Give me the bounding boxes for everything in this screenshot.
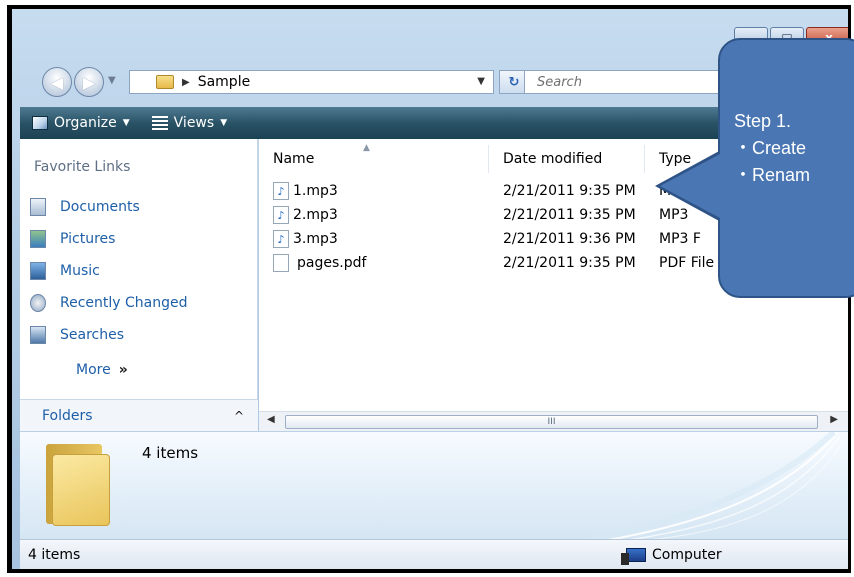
- chevron-right-icon: »: [118, 362, 128, 378]
- favorite-link-label: Music: [60, 263, 100, 279]
- more-links-button[interactable]: More »: [76, 362, 128, 378]
- file-date: 2/21/2011 9:36 PM: [503, 231, 636, 247]
- file-name: 3.mp3: [293, 231, 338, 247]
- favorite-link-label: Documents: [60, 199, 140, 215]
- column-date-label: Date modified: [503, 151, 603, 167]
- forward-arrow-icon: ▶: [82, 72, 96, 92]
- decorative-swoosh: [588, 432, 844, 539]
- address-bar[interactable]: ▶ Sample ▼: [129, 70, 494, 94]
- favorite-links-list: Documents Pictures Music Recently Change…: [30, 191, 188, 351]
- details-item-count: 4 items: [142, 444, 199, 462]
- pictures-icon: [30, 230, 46, 248]
- file-date: 2/21/2011 9:35 PM: [503, 183, 636, 199]
- file-name-cell: ♪ 1.mp3: [259, 182, 489, 200]
- column-header-date-modified[interactable]: Date modified: [489, 145, 645, 173]
- status-location: Computer: [621, 546, 722, 565]
- favorite-link-label: Recently Changed: [60, 295, 188, 311]
- recently-changed-icon: [30, 294, 46, 312]
- file-name: 2.mp3: [293, 207, 338, 223]
- favorite-link-label: Searches: [60, 327, 125, 343]
- favorite-link-label: Pictures: [60, 231, 116, 247]
- callout-pointer-fill: [660, 154, 720, 218]
- favorite-link-searches[interactable]: Searches: [30, 319, 188, 351]
- search-placeholder: Search: [537, 74, 582, 90]
- organize-caret-icon: ▼: [122, 118, 130, 128]
- status-item-count: 4 items: [28, 546, 81, 563]
- back-arrow-icon: ◀: [50, 72, 64, 92]
- favorite-links-title: Favorite Links: [34, 159, 131, 175]
- folder-icon: [156, 75, 174, 89]
- scroll-right-icon[interactable]: ▶: [830, 414, 838, 425]
- column-header-name[interactable]: Name ▲: [259, 143, 489, 173]
- organize-button[interactable]: Organize ▼: [32, 115, 130, 131]
- folders-label: Folders: [42, 407, 93, 424]
- organize-icon: [32, 116, 48, 130]
- views-caret-icon: ▼: [220, 118, 228, 128]
- favorite-link-documents[interactable]: Documents: [30, 191, 188, 223]
- column-name-label: Name: [273, 151, 315, 167]
- back-button[interactable]: ◀: [42, 67, 72, 97]
- audio-file-icon: ♪: [273, 182, 289, 200]
- sort-ascending-icon: ▲: [363, 143, 370, 153]
- searches-icon: [30, 326, 46, 344]
- forward-button[interactable]: ▶: [74, 67, 104, 97]
- pdf-file-icon: [273, 254, 289, 272]
- status-location-label: Computer: [652, 546, 722, 563]
- organize-label: Organize: [54, 115, 117, 131]
- file-name-cell: ♪ 2.mp3: [259, 206, 489, 224]
- file-name: pages.pdf: [297, 255, 367, 271]
- scrollbar-thumb[interactable]: III: [285, 415, 818, 429]
- documents-icon: [30, 198, 46, 216]
- chevron-up-icon: ^: [233, 408, 244, 423]
- computer-icon: [621, 547, 646, 565]
- views-button[interactable]: Views ▼: [151, 115, 228, 131]
- breadcrumb-separator-icon[interactable]: ▶: [182, 77, 190, 88]
- horizontal-scrollbar[interactable]: ◀ III ▶: [259, 411, 848, 431]
- details-pane: 4 items: [20, 431, 848, 539]
- callout-text: Step 1. ・Create ・Renam: [734, 108, 810, 189]
- callout-step-rename: ・Renam: [734, 165, 811, 185]
- views-icon: [151, 116, 168, 130]
- status-bar: 4 items Computer: [20, 539, 848, 569]
- file-name-cell: ♪ 3.mp3: [259, 230, 489, 248]
- favorite-link-recently-changed[interactable]: Recently Changed: [30, 287, 188, 319]
- scrollbar-grip-icon: III: [547, 417, 556, 427]
- scroll-left-icon[interactable]: ◀: [267, 414, 275, 425]
- file-name: 1.mp3: [293, 183, 338, 199]
- large-folder-icon: [46, 440, 114, 526]
- folders-toggle[interactable]: Folders ^: [20, 399, 258, 431]
- address-dropdown-icon[interactable]: ▼: [477, 76, 485, 87]
- navigation-pane: Favorite Links Documents Pictures Music …: [20, 139, 258, 431]
- refresh-icon: ↻: [508, 74, 520, 90]
- favorite-link-pictures[interactable]: Pictures: [30, 223, 188, 255]
- file-date: 2/21/2011 9:35 PM: [503, 255, 636, 271]
- recent-pages-dropdown-icon[interactable]: ▼: [108, 75, 116, 86]
- views-label: Views: [173, 115, 215, 131]
- file-name-cell: pages.pdf: [259, 254, 489, 272]
- audio-file-icon: ♪: [273, 230, 289, 248]
- more-label: More: [76, 362, 111, 378]
- audio-file-icon: ♪: [273, 206, 289, 224]
- breadcrumb-sample[interactable]: Sample: [198, 74, 251, 90]
- favorite-link-music[interactable]: Music: [30, 255, 188, 287]
- callout-step-create: ・Create: [734, 138, 807, 158]
- callout-step-title: Step 1.: [734, 111, 792, 131]
- file-date: 2/21/2011 9:35 PM: [503, 207, 636, 223]
- music-icon: [30, 262, 46, 280]
